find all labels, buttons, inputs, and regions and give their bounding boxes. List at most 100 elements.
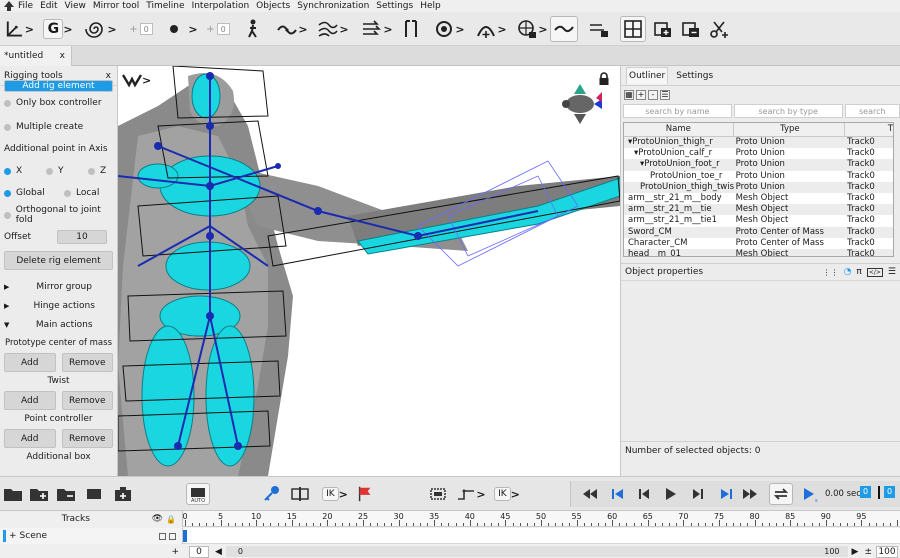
menu-objects[interactable]: Objects <box>256 1 290 11</box>
outliner-grid-icon[interactable]: ▦ <box>624 90 634 100</box>
local-radio[interactable] <box>64 189 71 197</box>
offset-input[interactable]: 10 <box>57 230 107 244</box>
menu-mirror-tool[interactable]: Mirror tool <box>93 1 139 11</box>
stepper-a[interactable]: +0 <box>126 16 156 42</box>
menu-timeline[interactable]: Timeline <box>146 1 184 11</box>
point-remove-button[interactable]: Remove <box>61 429 113 448</box>
scene-visible-checkbox[interactable] <box>159 532 166 540</box>
stepper-b[interactable]: +0 <box>203 16 233 42</box>
key-button[interactable] <box>262 483 282 505</box>
menu-settings[interactable]: Settings <box>376 1 413 11</box>
global-radio[interactable] <box>4 189 11 197</box>
outliner-collapse-icon[interactable]: - <box>648 90 658 100</box>
outliner-row[interactable]: Character_CM Proto Center of Mass Track0 <box>624 238 893 249</box>
rewind-button[interactable] <box>579 483 601 505</box>
search-by-name-input[interactable]: search by name <box>623 104 732 118</box>
outliner-row[interactable]: Sword_CM Proto Center of Mass Track0 <box>624 226 893 238</box>
menu-view[interactable]: View <box>65 1 86 11</box>
frame-button[interactable] <box>83 483 105 505</box>
zoom-icon[interactable]: ± <box>864 547 872 557</box>
outliner-row[interactable]: arm__str_21_m__body Mesh Object Track0 <box>624 193 893 204</box>
point-tool-button[interactable]: > <box>162 16 202 42</box>
mirror-group-section[interactable]: ▶ Mirror group <box>0 277 117 296</box>
play-button[interactable] <box>659 483 681 505</box>
menu-help[interactable]: Help <box>420 1 441 11</box>
loop-toggle[interactable] <box>769 483 793 505</box>
orthogonal-option[interactable]: Orthogonal to joint fold <box>0 204 117 226</box>
fit-button[interactable] <box>428 483 448 505</box>
pi-icon[interactable]: π <box>856 267 861 277</box>
multi-curve-button[interactable]: > <box>316 16 350 42</box>
jump-start-button[interactable] <box>607 483 629 505</box>
ik-button-a[interactable]: IK > <box>318 483 352 505</box>
multiple-create-option[interactable]: Multiple create <box>0 116 117 138</box>
refresh-icon[interactable]: ◔ <box>844 267 852 277</box>
scene-lock-checkbox[interactable] <box>169 532 176 540</box>
axis-z-radio[interactable] <box>88 167 95 175</box>
view-mode-button[interactable]: > <box>122 72 151 88</box>
frame-input-box[interactable]: 0 <box>884 486 896 498</box>
axis-y-radio[interactable] <box>46 167 53 175</box>
document-tab[interactable]: *untitled x <box>0 46 72 66</box>
spiral-tool-button[interactable]: > <box>84 16 118 42</box>
outliner-list-icon[interactable]: ☰ <box>660 90 670 100</box>
keyframe-marker[interactable] <box>183 530 187 542</box>
column-name[interactable]: Name <box>624 123 734 136</box>
current-frame-box[interactable]: 0 <box>860 486 872 498</box>
rigging-panel-close-button[interactable]: x <box>106 71 111 81</box>
main-actions-section[interactable]: ▼ Main actions <box>0 315 117 334</box>
add-window-button[interactable] <box>650 16 676 42</box>
prev-frame-button[interactable] <box>633 483 655 505</box>
step-curve-button[interactable]: > <box>454 483 488 505</box>
outliner-row[interactable]: ▾ProtoUnion_calf_r Proto Union Track0 <box>624 148 893 159</box>
delete-rig-element-button[interactable]: Delete rig element <box>4 251 113 270</box>
lock-icon[interactable]: 🔒 <box>166 515 176 524</box>
folder-add-button[interactable] <box>28 483 50 505</box>
axis-x-radio[interactable] <box>4 167 11 175</box>
flag-button[interactable] <box>356 483 374 505</box>
tab-settings[interactable]: Settings <box>676 71 713 81</box>
menu-synchronization[interactable]: Synchronization <box>297 1 369 11</box>
globe-lock-button[interactable]: > <box>514 16 550 42</box>
twist-add-button[interactable]: Add <box>4 391 56 410</box>
outliner-row[interactable]: ProtoUnion_thigh_twis... Proto Union Track… <box>624 181 893 193</box>
camera-add-button[interactable] <box>112 483 134 505</box>
stepper-a-value[interactable]: 0 <box>139 23 153 35</box>
expand-icon[interactable]: + <box>9 531 17 541</box>
curve-tool-button[interactable]: > <box>274 16 310 42</box>
scene-track[interactable]: + Scene <box>0 528 183 544</box>
search-by-type-input[interactable]: search by type <box>733 104 843 118</box>
visibility-icon[interactable]: 👁 <box>152 514 163 524</box>
start-frame-input[interactable]: 0 <box>189 545 209 558</box>
outliner-expand-icon[interactable]: + <box>636 90 646 100</box>
remove-window-button[interactable] <box>678 16 704 42</box>
stepper-b-value[interactable]: 0 <box>216 23 230 35</box>
twist-remove-button[interactable]: Remove <box>61 391 113 410</box>
arrows-lock-button[interactable] <box>584 16 614 42</box>
scroll-left-icon[interactable]: ◀ <box>215 547 222 557</box>
outliner-row[interactable]: ▾ProtoUnion_foot_r Proto Union Track0 <box>624 159 893 171</box>
jump-end-button[interactable] <box>715 483 737 505</box>
code-icon[interactable]: </> <box>866 267 883 277</box>
outliner-row[interactable]: arm__str_21_m__tie Mesh Object Track0 <box>624 204 893 216</box>
timeline-scrollbar[interactable]: 0 100 <box>225 546 848 557</box>
outliner-row[interactable]: ▾ProtoUnion_thigh_r Proto Union Track0 <box>624 137 893 149</box>
target-tool-button[interactable]: > <box>432 16 466 42</box>
menu-interpolation[interactable]: Interpolation <box>192 1 250 11</box>
menu-file[interactable]: File <box>18 1 33 11</box>
folder-remove-button[interactable] <box>55 483 77 505</box>
point-add-button[interactable]: Add <box>4 429 56 448</box>
fast-forward-button[interactable] <box>739 483 761 505</box>
arrows-tool-button[interactable]: > <box>360 16 394 42</box>
folder-button[interactable] <box>2 483 24 505</box>
menu-edit[interactable]: Edit <box>40 1 57 11</box>
ik-button-b[interactable]: IK > <box>490 483 524 505</box>
group-tool-button[interactable]: G > <box>40 16 76 42</box>
lock-icon[interactable] <box>598 72 610 86</box>
grid-toggle[interactable] <box>620 16 646 42</box>
menu-icon[interactable]: ☰ <box>888 267 896 277</box>
end-frame-input[interactable]: 100 <box>876 545 898 558</box>
timeline-ruler[interactable]: 0 5 10 15 20 25 30 35 40 45 50 55 60 65 70 75 80 85 90 95 <box>182 511 900 527</box>
axis-tool-button[interactable]: > <box>4 16 34 42</box>
hinge-actions-section[interactable]: ▶ Hinge actions <box>0 296 117 315</box>
